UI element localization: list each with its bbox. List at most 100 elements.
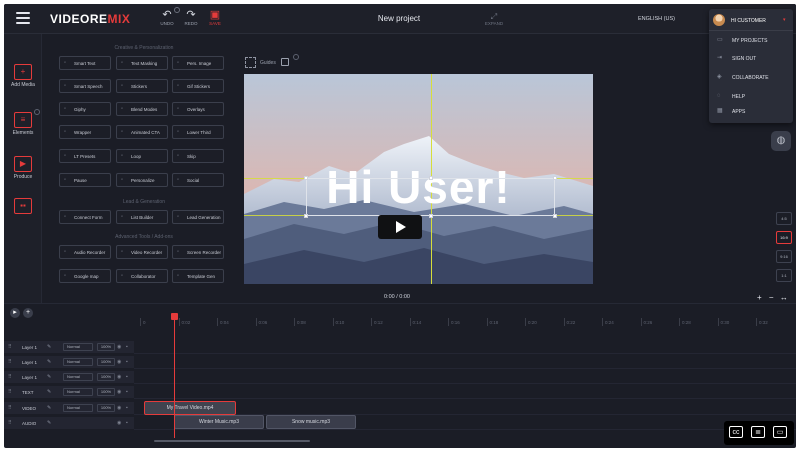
menu-item-collaborate[interactable]: ◈ COLLABORATE xyxy=(709,70,793,84)
menu-item-my-projects[interactable]: ▭ MY PROJECTS xyxy=(709,33,793,47)
layer-name[interactable]: VIDEO xyxy=(22,406,36,411)
opacity-field[interactable]: 100% xyxy=(97,373,115,381)
guides-checkbox[interactable] xyxy=(281,58,289,66)
tool-pers-image[interactable]: ◦ Pers. Image xyxy=(172,56,224,70)
undo-button[interactable]: ↶ UNDO xyxy=(154,7,180,26)
lock-icon[interactable]: ▪ xyxy=(126,420,128,426)
layer-name[interactable]: Layer 1 xyxy=(22,360,37,365)
aspect-9-16[interactable]: 9:16 xyxy=(776,250,792,263)
tool-lead-generation[interactable]: ◦ Lead Generation xyxy=(172,210,224,224)
menu-item-help[interactable]: ◌ HELP xyxy=(709,89,793,103)
visibility-icon[interactable]: ◉ xyxy=(117,405,121,411)
tool-google-map[interactable]: ◦ Google map xyxy=(59,269,111,283)
blend-mode-select[interactable]: Normal xyxy=(63,373,93,381)
rail-layout[interactable]: ▪▪ xyxy=(4,198,42,234)
tool-smart-text[interactable]: ◦ Smart Text xyxy=(59,56,111,70)
visibility-icon[interactable]: ◉ xyxy=(117,374,121,380)
language-selector[interactable]: ENGLISH (US) xyxy=(638,16,675,22)
layer-row[interactable]: ⠿ TEXT ✎ Normal 100% ◉ ▪ xyxy=(4,386,134,399)
resize-handle[interactable] xyxy=(304,176,308,180)
project-title[interactable]: New project xyxy=(359,14,439,23)
layer-name[interactable]: Layer 1 xyxy=(22,375,37,380)
visibility-icon[interactable]: ◉ xyxy=(117,344,121,350)
track-row[interactable] xyxy=(134,356,796,369)
lock-icon[interactable]: ▪ xyxy=(126,405,128,411)
tool-giphy[interactable]: ◦ Giphy xyxy=(59,102,111,116)
tool-wrapper[interactable]: ◦ Wrapper xyxy=(59,125,111,139)
tool-skip[interactable]: ◦ Skip xyxy=(172,149,224,163)
track-row[interactable] xyxy=(134,386,796,399)
opacity-field[interactable]: 100% xyxy=(97,358,115,366)
blend-mode-select[interactable]: Normal xyxy=(63,343,93,351)
aspect-1-1[interactable]: 1:1 xyxy=(776,269,792,282)
rail-add-media[interactable]: + Add Media xyxy=(4,64,42,100)
resize-handle[interactable] xyxy=(553,214,557,218)
tool-text-masking[interactable]: ◦ Text Masking xyxy=(116,56,168,70)
resize-handle[interactable] xyxy=(304,214,308,218)
save-button[interactable]: ▣ SAVE xyxy=(202,9,228,26)
play-button[interactable] xyxy=(378,215,422,239)
redo-button[interactable]: ↷ REDO xyxy=(178,9,204,26)
tool-lt-presets[interactable]: ◦ LT Presets xyxy=(59,149,111,163)
hamburger-menu-icon[interactable] xyxy=(16,12,30,24)
guides-toggle[interactable]: Guides xyxy=(245,54,305,71)
visibility-icon[interactable]: ◉ xyxy=(117,359,121,365)
menu-item-sign-out[interactable]: ⇥ SIGN OUT xyxy=(709,51,793,65)
transcript-icon[interactable]: ≣ xyxy=(751,426,765,438)
tool-loop[interactable]: ◦ Loop xyxy=(116,149,168,163)
lock-icon[interactable]: ▪ xyxy=(126,359,128,365)
zoom-out-icon[interactable]: − xyxy=(769,293,774,302)
layer-row[interactable]: ⠿ Layer 1 ✎ Normal 100% ◉ ▪ xyxy=(4,356,134,369)
aspect-4-5[interactable]: 4:5 xyxy=(776,212,792,225)
timeline-play-icon[interactable]: ▸ xyxy=(10,308,20,318)
tool-stickers[interactable]: ◦ Stickers xyxy=(116,79,168,93)
tool-animated-cta[interactable]: ◦ Animated CTA xyxy=(116,125,168,139)
blend-mode-select[interactable]: Normal xyxy=(63,404,93,412)
add-track-icon[interactable]: + xyxy=(23,308,33,318)
resize-handle[interactable] xyxy=(429,176,433,180)
timeline-ruler[interactable]: 0 0:02 0:04 0:06 0:08 0:10 0:12 0:14 0:16 0:18 0:2… xyxy=(104,318,796,330)
zoom-controls[interactable]: + − ↔ xyxy=(757,293,788,302)
zoom-in-icon[interactable]: + xyxy=(757,293,762,302)
playhead[interactable] xyxy=(174,314,175,438)
tool-screen-recorder[interactable]: ◦ Screen Recorder xyxy=(172,245,224,259)
captions-icon[interactable]: cc xyxy=(729,426,743,438)
lock-icon[interactable]: ▪ xyxy=(126,389,128,395)
layer-row[interactable]: ⠿ AUDIO ✎ ◉ ▪ xyxy=(4,417,134,430)
layer-name[interactable]: Layer 1 xyxy=(22,345,37,350)
resize-handle[interactable] xyxy=(429,214,433,218)
picture-in-picture-icon[interactable]: ▭ xyxy=(773,426,787,438)
opacity-field[interactable]: 100% xyxy=(97,343,115,351)
tool-audio-recorder[interactable]: ◦ Audio Recorder xyxy=(59,245,111,259)
tool-lower-third[interactable]: ◦ Lower Third xyxy=(172,125,224,139)
layer-name[interactable]: AUDIO xyxy=(22,421,36,426)
lock-icon[interactable]: ▪ xyxy=(126,344,128,350)
aspect-16-9[interactable]: 16:9 xyxy=(776,231,792,244)
theme-palette-icon[interactable]: ◍ xyxy=(771,131,791,151)
audio-clip[interactable]: Snow music.mp3 xyxy=(266,415,356,429)
user-menu-header[interactable]: HI CUSTOMER ▾ xyxy=(709,9,793,31)
opacity-field[interactable]: 100% xyxy=(97,404,115,412)
tool-smart-speech[interactable]: ◦ Smart Speech xyxy=(59,79,111,93)
tool-pause[interactable]: ◦ Pause xyxy=(59,173,111,187)
track-row[interactable] xyxy=(134,341,796,354)
menu-item-apps[interactable]: ▦ APPS xyxy=(709,104,793,118)
tool-gif-stickers[interactable]: ◦ Gif Stickers xyxy=(172,79,224,93)
tool-blend-modes[interactable]: ◦ Blend Modes xyxy=(116,102,168,116)
resize-handle[interactable] xyxy=(553,176,557,180)
track-row[interactable] xyxy=(134,371,796,384)
video-clip[interactable]: My Travel Video.mp4 xyxy=(144,401,236,415)
video-canvas[interactable]: Hi User! xyxy=(244,74,593,284)
tool-overlays[interactable]: ◦ Overlays xyxy=(172,102,224,116)
visibility-icon[interactable]: ◉ xyxy=(117,420,121,426)
tool-social[interactable]: ◦ Social xyxy=(172,173,224,187)
lock-icon[interactable]: ▪ xyxy=(126,374,128,380)
blend-mode-select[interactable]: Normal xyxy=(63,358,93,366)
visibility-icon[interactable]: ◉ xyxy=(117,389,121,395)
fit-icon[interactable]: ↔ xyxy=(780,293,788,302)
tool-connect-form[interactable]: ◦ Connect Form xyxy=(59,210,111,224)
layer-row[interactable]: ⠿ VIDEO ✎ Normal 100% ◉ ▪ xyxy=(4,402,134,415)
rail-produce[interactable]: ▶ Produce xyxy=(4,156,42,192)
blend-mode-select[interactable]: Normal xyxy=(63,388,93,396)
tool-template-gen[interactable]: ◦ Template Gen xyxy=(172,269,224,283)
